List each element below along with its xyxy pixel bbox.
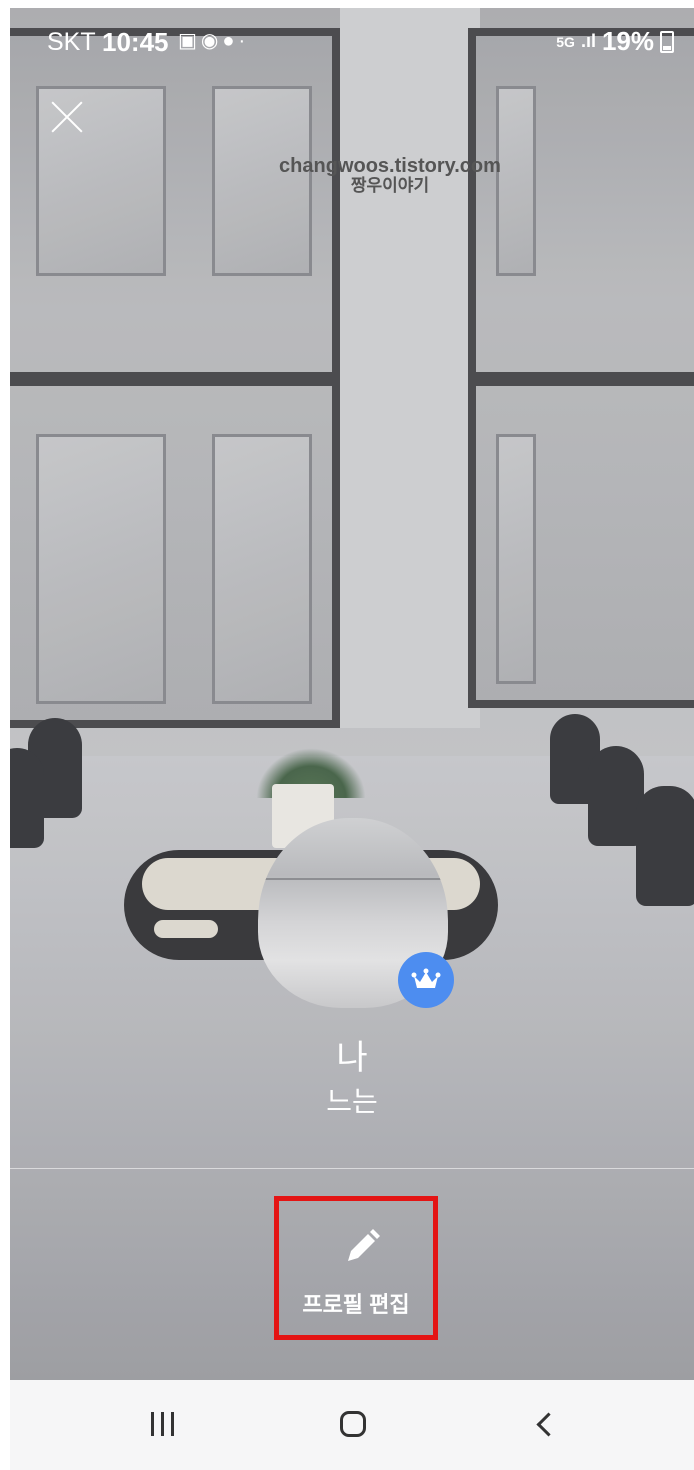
home-button[interactable] (323, 1396, 383, 1452)
battery-icon (660, 30, 674, 53)
profile-name: 나 (336, 1039, 368, 1077)
divider (10, 1168, 694, 1169)
status-bar: SKT 10:45 ▣◉●· 5G .ıl 19% (10, 8, 694, 64)
close-icon[interactable] (50, 100, 84, 134)
watermark-url: changwoos.tistory.com (279, 155, 501, 177)
watermark: changwoos.tistory.com 짱우이야기 (230, 156, 550, 196)
crown-icon (398, 952, 454, 1008)
recent-apps-icon (150, 1412, 174, 1436)
pencil-icon (348, 1229, 380, 1261)
network-5g-icon: 5G (556, 33, 575, 50)
profile-screen: SKT 10:45 ▣◉●· 5G .ıl 19% changwoos.tist… (10, 8, 694, 1470)
clock: 10:45 (102, 27, 169, 57)
system-indicators: 5G .ıl 19% (556, 26, 674, 57)
notification-icons: ▣◉●· (178, 28, 249, 53)
dot-icon: · (238, 30, 250, 52)
shopping-bag-icon: ● (222, 30, 239, 52)
back-button[interactable] (514, 1396, 574, 1452)
status-message: 느는 (326, 1086, 378, 1117)
chat-icon: ◉ (200, 30, 223, 52)
battery-percent: 19% (601, 26, 654, 56)
signal-icon: .ıl (580, 31, 596, 51)
navigation-bar (10, 1380, 694, 1470)
carrier-label: SKT (47, 28, 96, 56)
gallery-icon: ▣ (178, 30, 201, 52)
edit-profile-button[interactable]: 프로필 편집 (274, 1196, 438, 1340)
watermark-title: 짱우이야기 (350, 176, 430, 195)
edit-profile-label: 프로필 편집 (302, 1292, 410, 1317)
recent-apps-button[interactable] (132, 1396, 192, 1452)
profile-background-photo (10, 8, 694, 1380)
back-icon (535, 1411, 561, 1437)
home-icon (340, 1411, 366, 1437)
